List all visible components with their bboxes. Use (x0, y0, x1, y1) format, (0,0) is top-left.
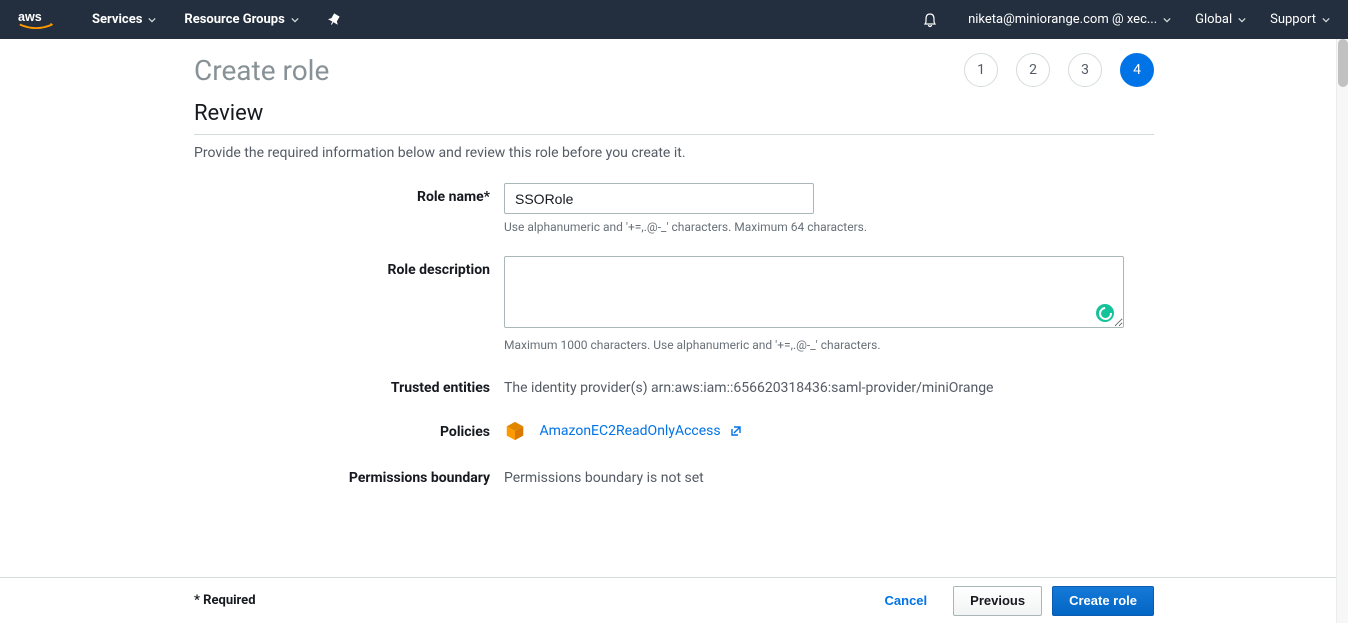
chevron-down-icon (291, 16, 299, 24)
page-scrollbar[interactable] (1336, 39, 1348, 623)
required-note: * Required (194, 593, 256, 608)
nav-region[interactable]: Global (1195, 12, 1246, 27)
policy-link[interactable]: AmazonEC2ReadOnlyAccess (539, 423, 742, 439)
svg-text:aws: aws (18, 9, 42, 23)
role-description-input[interactable] (504, 256, 1124, 328)
wizard-steps: 1 2 3 4 (964, 53, 1154, 87)
top-nav: aws Services Resource Groups niketa@mini… (0, 0, 1348, 39)
policy-link-text: AmazonEC2ReadOnlyAccess (539, 423, 720, 439)
nav-services-label: Services (92, 12, 142, 27)
role-description-hint: Maximum 1000 characters. Use alphanumeri… (504, 338, 1154, 352)
external-link-icon (730, 425, 742, 437)
trusted-entities-value: The identity provider(s) arn:aws:iam::65… (504, 374, 1154, 396)
step-2[interactable]: 2 (1016, 53, 1050, 87)
chevron-down-icon (1163, 16, 1171, 24)
grammarly-icon[interactable] (1096, 304, 1114, 322)
nav-support[interactable]: Support (1270, 12, 1330, 27)
aws-logo[interactable]: aws (18, 9, 54, 31)
role-description-label: Role description (194, 256, 504, 352)
page-title: Create role (194, 54, 329, 87)
role-name-hint: Use alphanumeric and '+=,.@-_' character… (504, 220, 1154, 234)
create-role-button[interactable]: Create role (1052, 586, 1154, 616)
pin-icon[interactable] (327, 13, 341, 27)
nav-resource-groups-label: Resource Groups (184, 12, 284, 27)
chevron-down-icon (1322, 16, 1330, 24)
policies-label: Policies (194, 418, 504, 442)
main-content: Create role 1 2 3 4 Review Provide the r… (0, 39, 1348, 577)
nav-support-label: Support (1270, 12, 1316, 27)
nav-services[interactable]: Services (92, 12, 156, 27)
role-name-input[interactable] (504, 183, 814, 214)
notifications-icon[interactable] (922, 12, 938, 28)
section-title: Review (194, 101, 1154, 135)
previous-button[interactable]: Previous (953, 586, 1042, 616)
chevron-down-icon (148, 16, 156, 24)
step-3[interactable]: 3 (1068, 53, 1102, 87)
permissions-boundary-label: Permissions boundary (194, 464, 504, 486)
row-role-name: Role name* Use alphanumeric and '+=,.@-_… (194, 183, 1154, 234)
permissions-boundary-value: Permissions boundary is not set (504, 464, 1154, 486)
step-4[interactable]: 4 (1120, 53, 1154, 87)
row-trusted-entities: Trusted entities The identity provider(s… (194, 374, 1154, 396)
role-name-label: Role name* (194, 183, 504, 234)
step-1[interactable]: 1 (964, 53, 998, 87)
trusted-entities-label: Trusted entities (194, 374, 504, 396)
section-description: Provide the required information below a… (194, 145, 1154, 161)
nav-account[interactable]: niketa@miniorange.com @ xec... (968, 12, 1171, 27)
cancel-button[interactable]: Cancel (869, 586, 944, 616)
row-policies: Policies AmazonEC2ReadOnlyAccess (194, 418, 1154, 442)
scrollbar-thumb[interactable] (1338, 39, 1348, 87)
row-permissions-boundary: Permissions boundary Permissions boundar… (194, 464, 1154, 486)
nav-resource-groups[interactable]: Resource Groups (184, 12, 298, 27)
nav-account-label: niketa@miniorange.com @ xec... (968, 12, 1157, 27)
chevron-down-icon (1238, 16, 1246, 24)
footer: * Required Cancel Previous Create role (0, 577, 1348, 623)
nav-region-label: Global (1195, 12, 1232, 27)
policy-cube-icon (504, 420, 526, 442)
row-role-description: Role description Maximum 1000 characters… (194, 256, 1154, 352)
